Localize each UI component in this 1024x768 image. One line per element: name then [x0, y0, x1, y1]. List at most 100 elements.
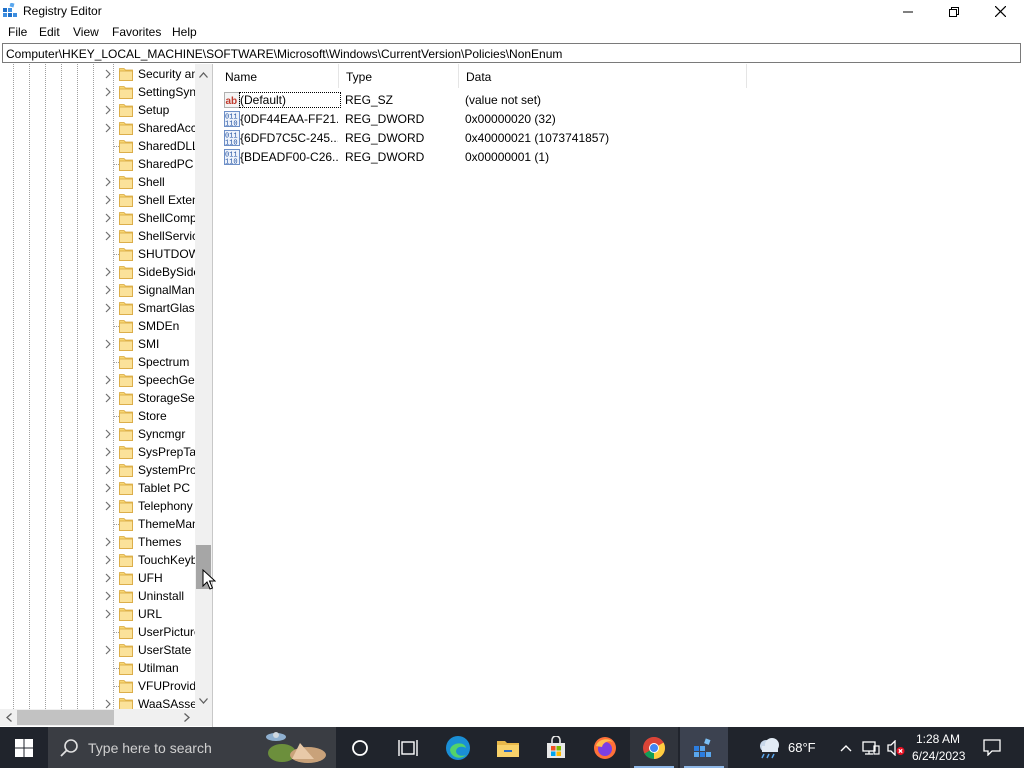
tree-key[interactable]: UFH — [0, 569, 195, 587]
tree-key[interactable]: Utilman — [0, 659, 195, 677]
chevron-right-icon[interactable] — [103, 464, 113, 476]
network-status-button[interactable] — [860, 727, 882, 768]
restore-button[interactable] — [931, 0, 977, 23]
chevron-right-icon[interactable] — [103, 446, 113, 458]
tree-key[interactable]: StorageSense — [0, 389, 195, 407]
taskbar-firefox[interactable] — [581, 727, 629, 768]
taskbar-microsoft-store[interactable] — [532, 727, 580, 768]
tree-key[interactable]: SharedAccess — [0, 119, 195, 137]
minimize-button[interactable] — [885, 0, 931, 23]
tree-key[interactable]: SystemProtectedUserData — [0, 461, 195, 479]
values-pane[interactable]: Name Type Data ab (Default) REG_SZ (value n… — [218, 64, 1023, 727]
chevron-right-icon[interactable] — [103, 302, 113, 314]
tree-key[interactable]: Spectrum — [0, 353, 195, 371]
tree-key[interactable]: Security and Maintenance — [0, 65, 195, 83]
column-header-name[interactable]: Name — [218, 64, 339, 88]
tree-key[interactable]: SharedDLLs — [0, 137, 195, 155]
taskbar-edge[interactable] — [434, 727, 482, 768]
tree-key[interactable]: Uninstall — [0, 587, 195, 605]
tree-key[interactable]: URL — [0, 605, 195, 623]
chevron-right-icon[interactable] — [103, 68, 113, 80]
tree-key[interactable]: Themes — [0, 533, 195, 551]
registry-value-row[interactable]: 011 110 {0DF44EAA-FF21... REG_DWORD 0x000000… — [218, 109, 818, 129]
tree-key[interactable]: Tablet PC — [0, 479, 195, 497]
tree-key[interactable]: TouchKeyboard — [0, 551, 195, 569]
tree-key[interactable]: ShellCompatibility — [0, 209, 195, 227]
chevron-right-icon[interactable] — [103, 230, 113, 242]
tree-key[interactable]: Shell Extensions — [0, 191, 195, 209]
chevron-right-icon[interactable] — [103, 338, 113, 350]
chevron-right-icon[interactable] — [103, 428, 113, 440]
menu-view[interactable]: View — [73, 25, 99, 39]
volume-button[interactable] — [884, 727, 908, 768]
tree-horizontal-scroll-thumb[interactable] — [17, 710, 114, 725]
tree-key[interactable]: SysPrepTapi — [0, 443, 195, 461]
start-button[interactable] — [0, 727, 48, 768]
scroll-left-icon[interactable] — [0, 709, 17, 726]
menu-favorites[interactable]: Favorites — [112, 25, 161, 39]
taskbar-chrome[interactable] — [630, 727, 678, 768]
chevron-right-icon[interactable] — [103, 266, 113, 278]
chevron-right-icon[interactable] — [103, 554, 113, 566]
chevron-right-icon[interactable] — [103, 284, 113, 296]
tree-vertical-scrollbar[interactable] — [195, 64, 212, 709]
menu-edit[interactable]: Edit — [39, 25, 60, 39]
taskbar-registry-editor[interactable] — [680, 727, 728, 768]
chevron-right-icon[interactable] — [103, 644, 113, 656]
address-bar[interactable]: Computer\HKEY_LOCAL_MACHINE\SOFTWARE\Mic… — [2, 43, 1021, 63]
chevron-right-icon[interactable] — [103, 86, 113, 98]
registry-value-row[interactable]: 011 110 {BDEADF00-C26... REG_DWORD 0x0000000… — [218, 147, 818, 167]
scroll-up-icon[interactable] — [195, 66, 212, 83]
tree-key[interactable]: Store — [0, 407, 195, 425]
chevron-right-icon[interactable] — [103, 122, 113, 134]
tree-key[interactable]: SmartGlass — [0, 299, 195, 317]
scroll-right-icon[interactable] — [178, 709, 195, 726]
tree-key[interactable]: VFUProvider — [0, 677, 195, 695]
chevron-right-icon[interactable] — [103, 176, 113, 188]
tree-key[interactable]: ShellServiceObjectDelayLoad — [0, 227, 195, 245]
column-header-type[interactable]: Type — [339, 64, 459, 88]
registry-value-row[interactable]: ab (Default) REG_SZ (value not set) — [218, 90, 818, 109]
chevron-right-icon[interactable] — [103, 194, 113, 206]
tree-key[interactable]: SideBySide — [0, 263, 195, 281]
tree-key[interactable]: SHUTDOWN — [0, 245, 195, 263]
clock-time[interactable]: 1:28 AM — [916, 732, 960, 746]
cortana-button[interactable] — [336, 727, 384, 768]
show-hidden-icons-button[interactable] — [836, 727, 856, 768]
chevron-right-icon[interactable] — [103, 482, 113, 494]
tree-key[interactable]: SMDEn — [0, 317, 195, 335]
tree-key[interactable]: SettingSync — [0, 83, 195, 101]
taskbar-file-explorer[interactable] — [484, 727, 532, 768]
tree-key[interactable]: SharedPC — [0, 155, 195, 173]
chevron-right-icon[interactable] — [103, 608, 113, 620]
close-button[interactable] — [977, 0, 1023, 23]
key-tree-pane[interactable]: Security and Maintenance SettingSync Setup… — [0, 64, 213, 727]
notifications-button[interactable] — [974, 727, 1010, 768]
tree-key[interactable]: SpeechGestures — [0, 371, 195, 389]
tree-key[interactable]: Setup — [0, 101, 195, 119]
tree-horizontal-scrollbar[interactable] — [0, 709, 195, 726]
task-view-button[interactable] — [384, 727, 432, 768]
chevron-right-icon[interactable] — [103, 590, 113, 602]
tree-key[interactable]: SMI — [0, 335, 195, 353]
menu-help[interactable]: Help — [172, 25, 197, 39]
chevron-right-icon[interactable] — [103, 212, 113, 224]
chevron-right-icon[interactable] — [103, 392, 113, 404]
tree-key[interactable]: Telephony — [0, 497, 195, 515]
chevron-right-icon[interactable] — [103, 374, 113, 386]
taskbar-search-box[interactable]: Type here to search — [48, 727, 336, 768]
chevron-right-icon[interactable] — [103, 572, 113, 584]
scroll-down-icon[interactable] — [195, 692, 212, 709]
registry-value-row[interactable]: 011 110 {6DFD7C5C-245... REG_DWORD 0x4000002… — [218, 128, 818, 148]
chevron-right-icon[interactable] — [103, 536, 113, 548]
tree-key[interactable]: SignalManager — [0, 281, 195, 299]
menu-file[interactable]: File — [8, 25, 27, 39]
tree-key[interactable]: Shell — [0, 173, 195, 191]
tree-key[interactable]: ThemeManager — [0, 515, 195, 533]
chevron-right-icon[interactable] — [103, 104, 113, 116]
clock-date[interactable]: 6/24/2023 — [912, 749, 965, 763]
column-header-data[interactable]: Data — [459, 64, 747, 88]
tree-key[interactable]: UserPictureChange — [0, 623, 195, 641]
weather-widget[interactable] — [752, 727, 786, 768]
chevron-right-icon[interactable] — [103, 500, 113, 512]
